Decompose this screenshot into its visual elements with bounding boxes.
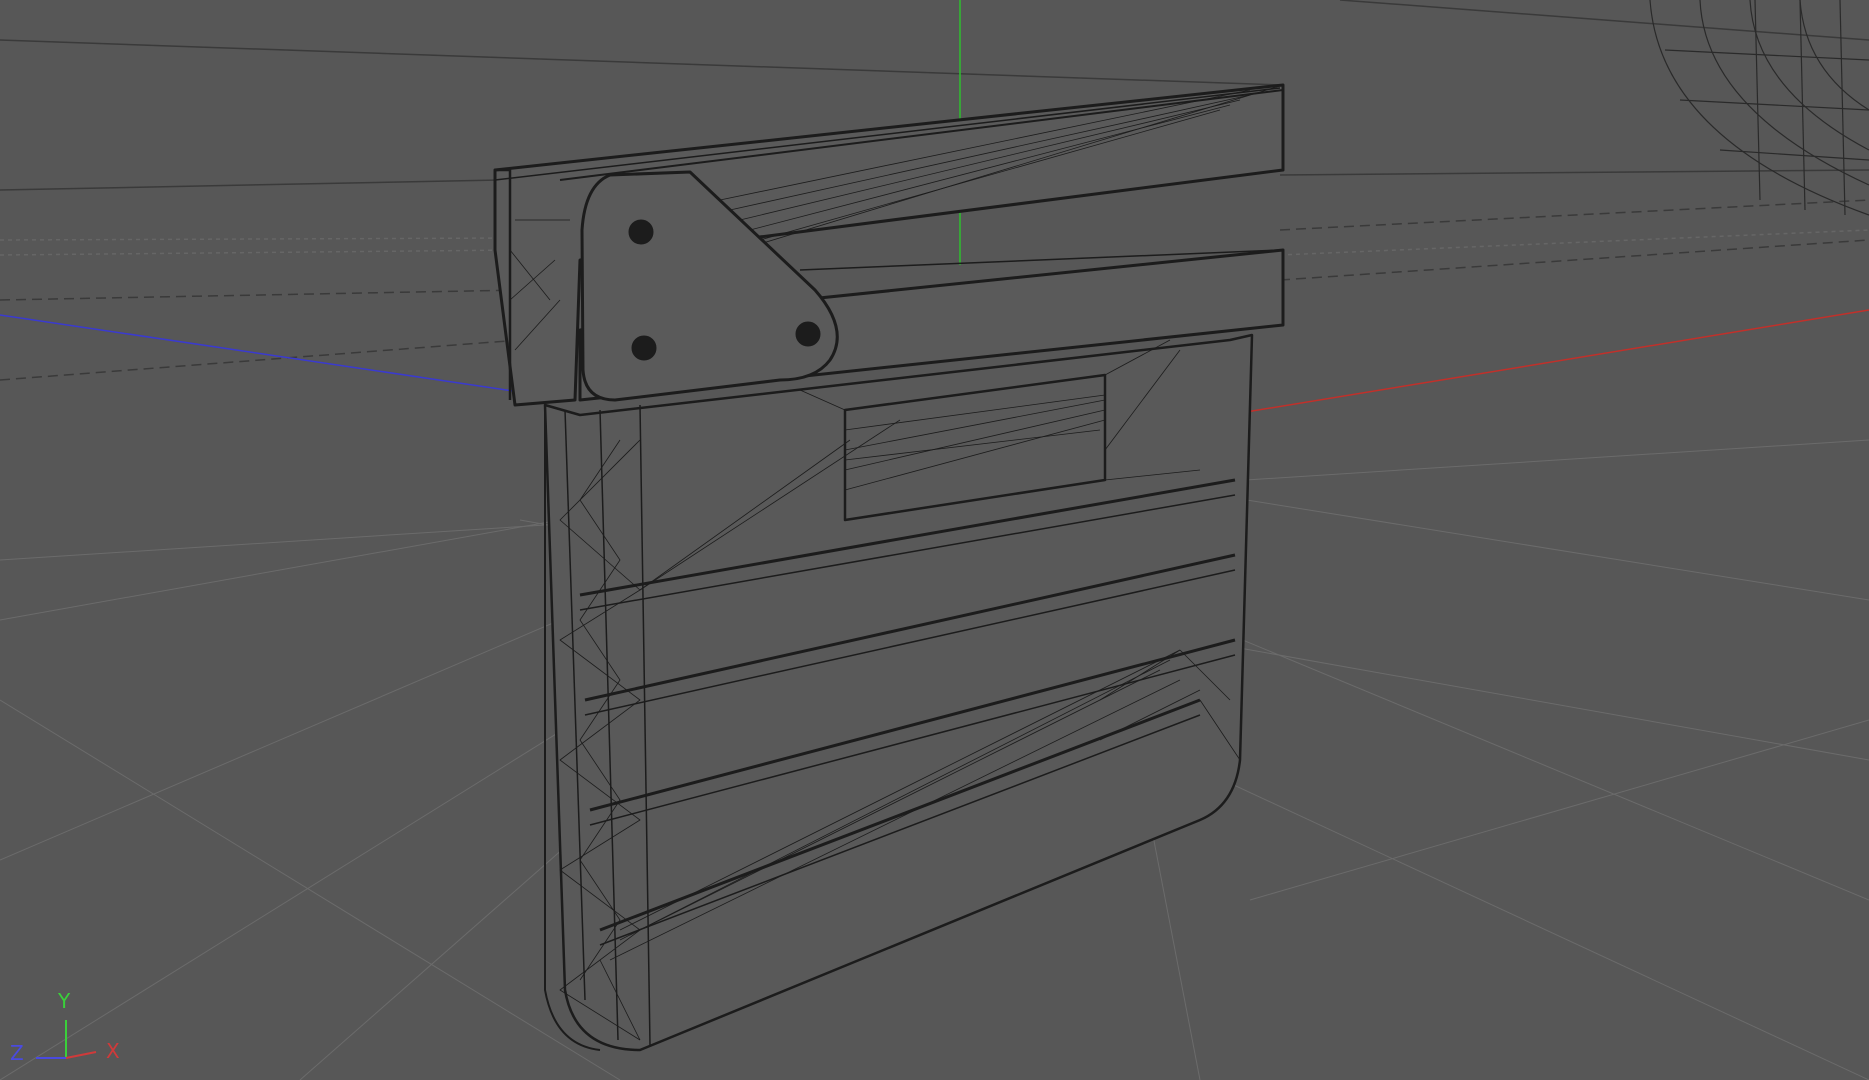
model-body-outline (543, 333, 1254, 1052)
x-axis-line (1239, 309, 1869, 414)
gizmo-z-label: Z (10, 1041, 24, 1065)
bolt-hole (795, 321, 821, 347)
gizmo-x-label: X (106, 1039, 120, 1063)
3d-viewport[interactable]: Y X Z (0, 0, 1869, 1080)
orientation-gizmo: Y X Z (10, 989, 120, 1065)
viewport-canvas[interactable]: Y X Z (0, 0, 1869, 1080)
gizmo-x-line (65, 1051, 97, 1059)
z-axis-line (0, 314, 541, 396)
gizmo-y-label: Y (57, 989, 71, 1013)
wireframe-model[interactable] (493, 83, 1285, 1052)
bolt-hole (631, 335, 657, 361)
bolt-hole (628, 219, 654, 245)
